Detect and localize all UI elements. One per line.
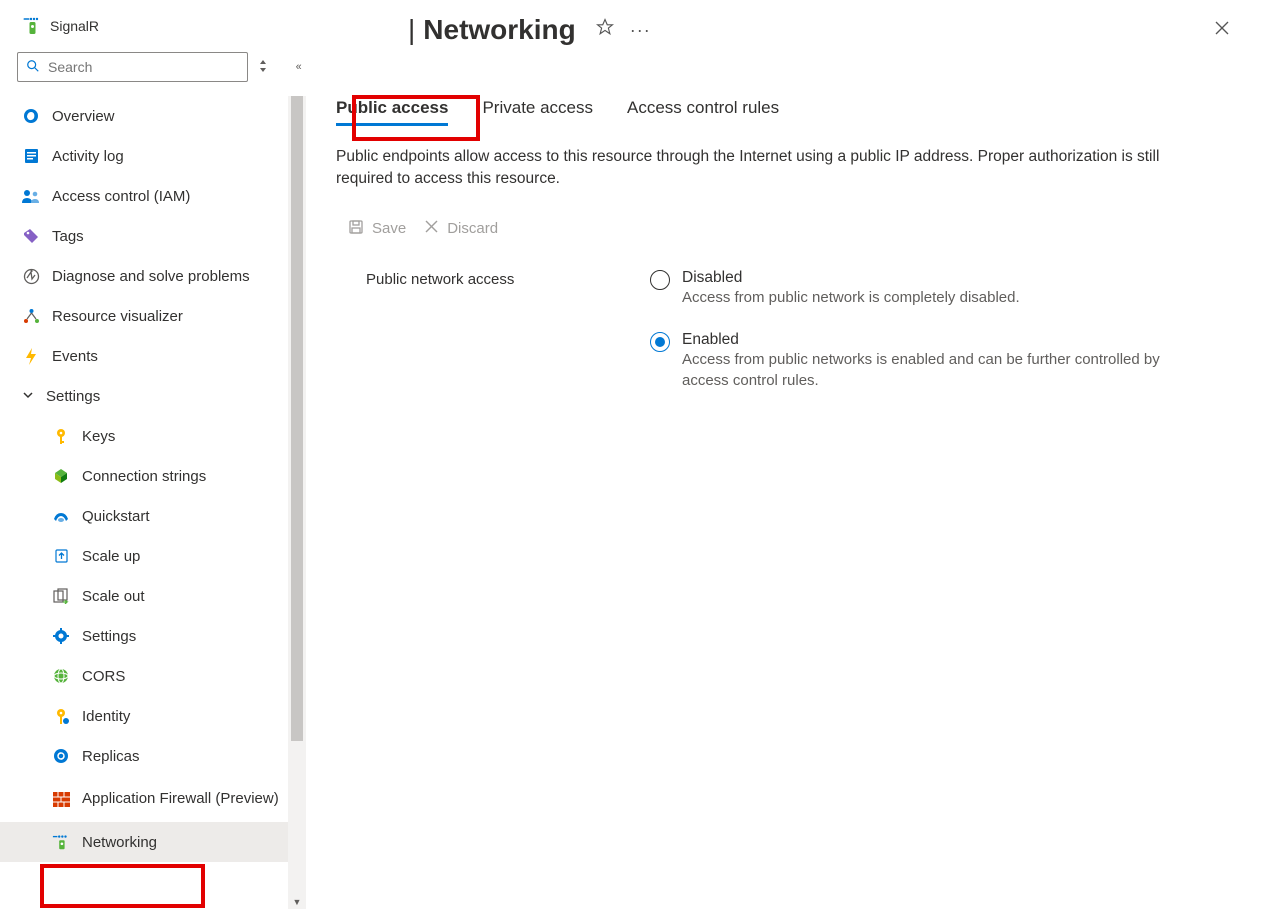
tabs: Public access Private access Access cont… xyxy=(306,98,1264,124)
sidebar-nav: Overview Activity log Access control (IA… xyxy=(0,96,306,862)
overview-icon xyxy=(22,107,40,125)
sidebar-item-diagnose[interactable]: Diagnose and solve problems xyxy=(0,256,306,296)
sidebar-item-label: Overview xyxy=(52,108,115,125)
save-button[interactable]: Save xyxy=(348,219,406,239)
sidebar-item-overview[interactable]: Overview xyxy=(0,96,306,136)
firewall-icon xyxy=(52,790,70,808)
cors-icon xyxy=(52,667,70,685)
access-control-icon xyxy=(22,187,40,205)
discard-icon xyxy=(424,219,439,238)
radio-disabled-desc: Access from public network is completely… xyxy=(682,287,1020,309)
title-separator: | xyxy=(408,14,415,46)
identity-icon xyxy=(52,707,70,725)
sidebar-item-application-firewall[interactable]: Application Firewall (Preview) xyxy=(0,776,306,822)
scrollbar-thumb[interactable] xyxy=(291,96,303,741)
replicas-icon xyxy=(52,747,70,765)
sidebar-item-label: Scale out xyxy=(82,588,145,605)
sidebar-item-connection-strings[interactable]: Connection strings xyxy=(0,456,306,496)
radio-option-enabled[interactable]: Enabled Access from public networks is e… xyxy=(650,331,1210,393)
sidebar-item-resource-visualizer[interactable]: Resource visualizer xyxy=(0,296,306,336)
discard-button[interactable]: Discard xyxy=(424,219,498,239)
close-icon[interactable] xyxy=(1214,20,1230,41)
sidebar-item-label: Tags xyxy=(52,228,84,245)
sidebar-group-settings[interactable]: Settings xyxy=(0,376,306,416)
sidebar-item-label: Identity xyxy=(82,708,130,725)
more-icon[interactable]: ··· xyxy=(630,20,651,41)
sidebar-item-label: Networking xyxy=(82,834,157,851)
discard-label: Discard xyxy=(447,220,498,237)
page-header: | Networking ··· xyxy=(306,14,1264,46)
main-content: | Networking ··· Public access Private a… xyxy=(306,0,1264,909)
scale-out-icon xyxy=(52,587,70,605)
radio-disabled-input[interactable] xyxy=(650,270,670,290)
radio-enabled-desc: Access from public networks is enabled a… xyxy=(682,349,1210,393)
tab-public-access[interactable]: Public access xyxy=(336,98,448,124)
sidebar-item-label: Access control (IAM) xyxy=(52,188,190,205)
save-icon xyxy=(348,219,364,239)
sort-toggle-icon[interactable] xyxy=(256,59,270,76)
tab-access-control-rules[interactable]: Access control rules xyxy=(627,98,779,124)
public-network-access-label: Public network access xyxy=(366,269,650,392)
scrollbar-down-icon[interactable]: ▼ xyxy=(288,893,306,909)
sidebar-item-label: Diagnose and solve problems xyxy=(52,268,250,285)
sidebar-item-identity[interactable]: Identity xyxy=(0,696,306,736)
save-label: Save xyxy=(372,220,406,237)
radio-enabled-input[interactable] xyxy=(650,332,670,352)
activity-log-icon xyxy=(22,147,40,165)
tab-description: Public endpoints allow access to this re… xyxy=(306,124,1206,191)
sidebar-item-label: Connection strings xyxy=(82,468,206,485)
sidebar-item-scale-up[interactable]: Scale up xyxy=(0,536,306,576)
sidebar-item-label: Events xyxy=(52,348,98,365)
sidebar-item-activity-log[interactable]: Activity log xyxy=(0,136,306,176)
sidebar-search-input[interactable] xyxy=(48,59,239,75)
toolbar: Save Discard xyxy=(306,219,1264,239)
sidebar: SignalR ‹‹ ▲ ▼ xyxy=(0,0,306,909)
sidebar-item-events[interactable]: Events xyxy=(0,336,306,376)
resource-visualizer-icon xyxy=(22,307,40,325)
sidebar-item-label: Resource visualizer xyxy=(52,308,183,325)
gear-icon xyxy=(52,627,70,645)
chevron-down-icon xyxy=(22,389,34,404)
sidebar-search-box[interactable] xyxy=(17,52,248,82)
radio-option-disabled[interactable]: Disabled Access from public network is c… xyxy=(650,269,1210,309)
sidebar-item-label: CORS xyxy=(82,668,125,685)
sidebar-item-label: Application Firewall (Preview) xyxy=(82,790,279,808)
sidebar-item-tags[interactable]: Tags xyxy=(0,216,306,256)
diagnose-icon xyxy=(22,267,40,285)
sidebar-item-label: Replicas xyxy=(82,748,140,765)
sidebar-item-settings[interactable]: Settings xyxy=(0,616,306,656)
sidebar-item-label: Settings xyxy=(82,628,136,645)
sidebar-item-label: Quickstart xyxy=(82,508,150,525)
radio-enabled-title: Enabled xyxy=(682,331,1210,349)
tab-private-access[interactable]: Private access xyxy=(482,98,593,124)
radio-disabled-title: Disabled xyxy=(682,269,1020,287)
events-icon xyxy=(22,347,40,365)
favorite-star-icon[interactable] xyxy=(596,18,614,42)
sidebar-item-cors[interactable]: CORS xyxy=(0,656,306,696)
scale-up-icon xyxy=(52,547,70,565)
sidebar-item-access-control[interactable]: Access control (IAM) xyxy=(0,176,306,216)
sidebar-item-keys[interactable]: Keys xyxy=(0,416,306,456)
connection-strings-icon xyxy=(52,467,70,485)
sidebar-group-label: Settings xyxy=(46,388,100,405)
sidebar-item-label: Activity log xyxy=(52,148,124,165)
resource-type-label: SignalR xyxy=(50,18,99,34)
sidebar-item-quickstart[interactable]: Quickstart xyxy=(0,496,306,536)
signalr-icon xyxy=(22,16,40,34)
quickstart-icon xyxy=(52,507,70,525)
sidebar-item-label: Keys xyxy=(82,428,115,445)
search-icon xyxy=(26,59,40,76)
sidebar-item-label: Scale up xyxy=(82,548,140,565)
tags-icon xyxy=(22,227,40,245)
page-title: Networking xyxy=(423,14,575,46)
resource-logo-row: SignalR xyxy=(0,16,306,34)
sidebar-scrollbar[interactable]: ▲ ▼ xyxy=(288,96,306,909)
sidebar-item-scale-out[interactable]: Scale out xyxy=(0,576,306,616)
networking-icon xyxy=(52,833,70,851)
sidebar-item-replicas[interactable]: Replicas xyxy=(0,736,306,776)
public-network-access-row: Public network access Disabled Access fr… xyxy=(306,269,1264,392)
keys-icon xyxy=(52,427,70,445)
sidebar-item-networking[interactable]: Networking xyxy=(0,822,306,862)
